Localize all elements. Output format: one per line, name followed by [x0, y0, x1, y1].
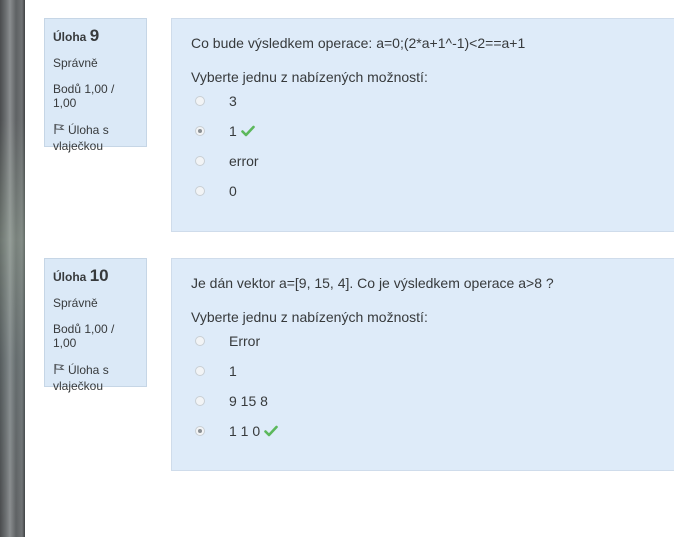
answer-option[interactable]: 1 1 0 [191, 419, 655, 449]
question-num: 9 [89, 26, 100, 45]
check-icon [240, 122, 255, 137]
question-grade: Bodů 1,00 / 1,00 [53, 322, 115, 350]
question-info: Úloha 10 Správně Bodů 1,00 / 1,00 Úloha … [44, 258, 147, 393]
answer-label: 9 15 8 [229, 393, 268, 409]
radio-button[interactable] [195, 366, 205, 376]
flag-question-link[interactable]: Úloha s vlaječkou [53, 362, 138, 394]
flag-icon [53, 123, 65, 135]
answer-label: 1 [229, 123, 237, 139]
flag-question-link[interactable]: Úloha s vlaječkou [53, 122, 138, 154]
radio-button[interactable] [195, 336, 205, 346]
answer-prompt: Vyberte jednu z nabízených možností: [191, 309, 428, 325]
flag-icon [53, 363, 65, 375]
answer-option[interactable]: 1 [191, 359, 655, 389]
question-text: Je dán vektor a=[9, 15, 4]. Co je výsled… [191, 275, 554, 291]
radio-button[interactable] [195, 186, 205, 196]
question-label: Úloha [53, 30, 87, 44]
answer-option[interactable]: Error [191, 329, 655, 359]
answer-label: 0 [229, 183, 237, 199]
background-strip [0, 0, 25, 537]
answer-option[interactable]: 0 [191, 179, 655, 209]
answer-list: Error 1 9 15 8 1 1 0 [191, 329, 655, 449]
answer-label: 3 [229, 93, 237, 109]
question-content: Je dán vektor a=[9, 15, 4]. Co je výsled… [171, 258, 674, 471]
answer-label: error [229, 153, 259, 169]
answer-label: Error [229, 333, 261, 349]
answer-list: 3 1 error 0 [191, 89, 655, 209]
question-info: Úloha 9 Správně Bodů 1,00 / 1,00 Úloha s… [44, 18, 147, 153]
answer-option[interactable]: 1 [191, 119, 655, 149]
question-number: Úloha 10 [53, 266, 138, 287]
radio-button-selected[interactable] [195, 426, 205, 436]
check-icon [264, 422, 278, 437]
radio-button-selected[interactable] [195, 126, 205, 136]
question-text: Co bude výsledkem operace: a=0;(2*a+1^-1… [191, 35, 526, 51]
question-num: 10 [89, 266, 109, 285]
question-number: Úloha 9 [53, 26, 138, 47]
answer-label: 1 [229, 363, 237, 379]
answer-option[interactable]: error [191, 149, 655, 179]
answer-label: 1 1 0 [229, 423, 261, 439]
radio-button[interactable] [195, 96, 205, 106]
answer-option[interactable]: 3 [191, 89, 655, 119]
question-state: Správně [53, 296, 98, 310]
question-state: Správně [53, 56, 98, 70]
radio-button[interactable] [195, 396, 205, 406]
question-content: Co bude výsledkem operace: a=0;(2*a+1^-1… [171, 18, 674, 232]
radio-button[interactable] [195, 156, 205, 166]
question-label: Úloha [53, 270, 87, 284]
answer-prompt: Vyberte jednu z nabízených možností: [191, 69, 428, 85]
answer-option[interactable]: 9 15 8 [191, 389, 655, 419]
question-grade: Bodů 1,00 / 1,00 [53, 82, 115, 110]
